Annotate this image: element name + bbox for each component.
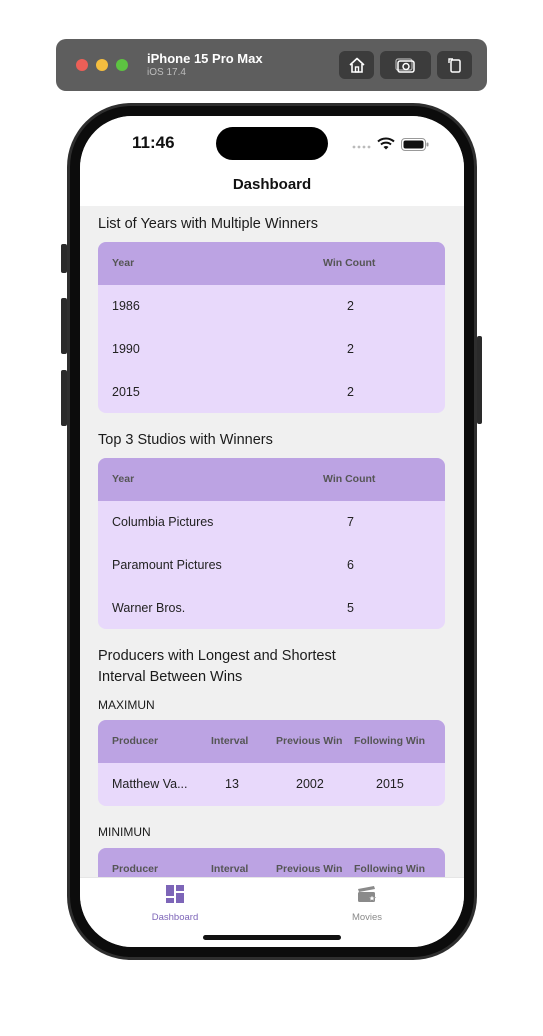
status-bar: 11:46 Dashboard	[80, 116, 464, 206]
table-header: Year Win Count	[98, 242, 445, 285]
home-icon	[348, 57, 365, 73]
rotate-icon	[447, 58, 461, 73]
table-header: Producer Interval Previous Win Following…	[98, 848, 445, 877]
column-header-following-win: Following Win	[354, 863, 426, 875]
table-row: Warner Bros. 5	[98, 587, 445, 629]
table-row: 1986 2	[98, 285, 445, 328]
following-win-cell: 2015	[376, 777, 404, 791]
tab-movies[interactable]: Movies	[317, 884, 417, 923]
table-row: Paramount Pictures 6	[98, 544, 445, 587]
wifi-icon	[377, 137, 395, 150]
studio-cell: Paramount Pictures	[112, 558, 222, 572]
status-time: 11:46	[132, 133, 175, 152]
column-header-year: Year	[112, 473, 135, 485]
intervals-title-line2: Interval Between Wins	[98, 669, 243, 685]
dashboard-icon	[166, 885, 184, 903]
home-indicator	[203, 935, 341, 940]
column-header-year: Year	[112, 257, 135, 269]
top-studios-title: Top 3 Studios with Winners	[98, 432, 273, 448]
minimize-window-button[interactable]	[96, 59, 108, 71]
table-row: Columbia Pictures 7	[98, 501, 445, 544]
minimum-interval-table: Producer Interval Previous Win Following…	[98, 848, 445, 877]
maximum-label: MAXIMUN	[98, 698, 155, 712]
tab-label-dashboard: Dashboard	[151, 912, 199, 923]
previous-win-cell: 2002	[296, 777, 324, 791]
table-header: Year Win Count	[98, 458, 445, 501]
interval-cell: 13	[225, 777, 239, 791]
win-count-cell: 5	[347, 601, 354, 615]
dynamic-island	[216, 127, 328, 160]
column-header-producer: Producer	[112, 735, 159, 747]
table-header: Producer Interval Previous Win Following…	[98, 720, 445, 763]
win-count-cell: 7	[347, 515, 354, 529]
nav-title: Dashboard	[232, 176, 312, 193]
movies-icon	[358, 886, 377, 902]
phone-screen: 11:46 Dashboard List of Years with Multi…	[80, 116, 464, 947]
action-button	[61, 244, 67, 273]
column-header-producer: Producer	[112, 863, 159, 875]
top-studios-table: Year Win Count Columbia Pictures 7 Param…	[98, 458, 445, 629]
column-header-previous-win: Previous Win	[276, 735, 343, 747]
tab-label-movies: Movies	[351, 912, 383, 923]
win-count-cell: 2	[347, 342, 354, 356]
table-row: 2015 2	[98, 371, 445, 413]
column-header-following-win: Following Win	[354, 735, 426, 747]
studio-cell: Warner Bros.	[112, 601, 186, 615]
producer-cell: Matthew Va...	[112, 777, 188, 791]
column-header-interval: Interval	[211, 735, 249, 747]
table-row: Matthew Va... 13 2002 2015	[98, 763, 445, 806]
multiple-winners-table: Year Win Count 1986 2 1990 2 2015 2	[98, 242, 445, 413]
signal-icon	[352, 145, 371, 149]
win-count-cell: 6	[347, 558, 354, 572]
column-header-win-count: Win Count	[323, 257, 376, 269]
screenshot-button[interactable]	[380, 51, 431, 79]
year-cell: 2015	[112, 385, 140, 399]
home-button[interactable]	[339, 51, 374, 79]
minimum-label: MINIMUN	[98, 825, 151, 839]
rotate-button[interactable]	[437, 51, 472, 79]
dashboard-content[interactable]: List of Years with Multiple Winners Year…	[80, 206, 464, 877]
close-window-button[interactable]	[76, 59, 88, 71]
zoom-window-button[interactable]	[116, 59, 128, 71]
win-count-cell: 2	[347, 385, 354, 399]
studio-cell: Columbia Pictures	[112, 515, 214, 529]
os-version: iOS 17.4	[147, 67, 186, 78]
volume-up-button	[61, 298, 67, 354]
simulator-toolbar: iPhone 15 Pro Max iOS 17.4	[56, 39, 487, 91]
device-name: iPhone 15 Pro Max	[147, 51, 263, 66]
volume-down-button	[61, 370, 67, 426]
battery-icon	[401, 138, 429, 151]
table-row: 1990 2	[98, 328, 445, 371]
win-count-cell: 2	[347, 299, 354, 313]
power-button	[477, 336, 482, 424]
column-header-win-count: Win Count	[323, 473, 376, 485]
intervals-title-line1: Producers with Longest and Shortest	[98, 648, 336, 664]
column-header-previous-win: Previous Win	[276, 863, 343, 875]
multiple-winners-title: List of Years with Multiple Winners	[98, 216, 319, 232]
tab-dashboard[interactable]: Dashboard	[125, 884, 225, 923]
year-cell: 1990	[112, 342, 140, 356]
camera-icon	[394, 58, 415, 73]
column-header-interval: Interval	[211, 863, 249, 875]
maximum-interval-table: Producer Interval Previous Win Following…	[98, 720, 445, 806]
year-cell: 1986	[112, 299, 140, 313]
